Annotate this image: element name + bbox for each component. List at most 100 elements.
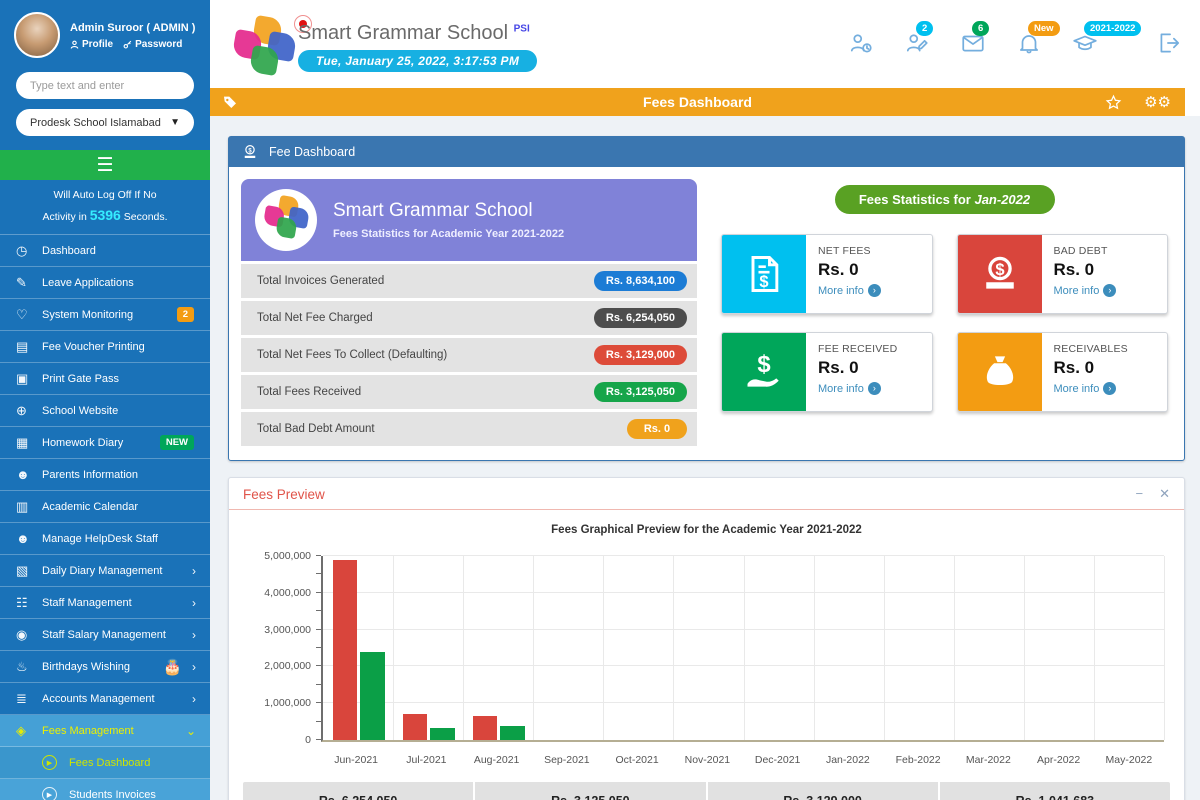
info-card-title: BAD DEBT — [1054, 245, 1117, 257]
info-card-value: Rs. 0 — [818, 260, 881, 280]
sidebar-item-label: Homework Diary — [42, 437, 160, 449]
sidebar-subitem-fees-dashboard[interactable]: ▶ Fees Dashboard — [0, 747, 210, 779]
sidebar-item-school-website[interactable]: ⊕School Website — [0, 395, 210, 427]
chart-title: Fees Graphical Preview for the Academic … — [229, 524, 1184, 536]
sidebar-item-label: Birthdays Wishing — [42, 661, 163, 673]
school-logo — [232, 15, 296, 75]
more-info-link[interactable]: More info› — [818, 284, 881, 297]
people-icon: ☷ — [16, 595, 42, 611]
user-clock-icon[interactable] — [848, 30, 874, 56]
info-card-title: NET FEES — [818, 245, 881, 257]
star-icon[interactable] — [1105, 94, 1122, 111]
sidebar-item-label: Fee Voucher Printing — [42, 341, 200, 353]
sidebar-item-academic-calendar[interactable]: ▥Academic Calendar — [0, 491, 210, 523]
key-icon — [123, 40, 132, 49]
sidebar-item-fees-management[interactable]: ◈Fees Management⌄ — [0, 715, 210, 747]
money-bag-icon — [958, 333, 1042, 411]
stat-label: Total Fees Received — [257, 386, 361, 398]
chevron-down-icon: ▼ — [170, 117, 180, 128]
chart-x-labels: Jun-2021Jul-2021Aug-2021Sep-2021Oct-2021… — [321, 754, 1164, 766]
minimize-icon[interactable]: − — [1136, 486, 1144, 502]
x-axis-label: Feb-2022 — [883, 754, 953, 766]
summary-cell: Rs. 3,129,000 TOTAL TO RECOVER — [706, 782, 938, 800]
person-icon: ☻ — [16, 531, 42, 546]
info-card-receivables: RECEIVABLES Rs. 0 More info› — [957, 332, 1169, 412]
x-axis-label: Mar-2022 — [953, 754, 1023, 766]
sidebar-toggle-button[interactable]: ☰ — [0, 150, 210, 180]
hamburger-icon: ☰ — [96, 156, 113, 175]
session-badge: 2021-2022 — [1084, 21, 1141, 36]
x-axis-label: Aug-2021 — [462, 754, 532, 766]
sidebar-item-dashboard[interactable]: ◷Dashboard — [0, 235, 210, 267]
sidebar-item-staff-management[interactable]: ☷Staff Management› — [0, 587, 210, 619]
more-info-link[interactable]: More info› — [818, 382, 897, 395]
sidebar-item-accounts-management[interactable]: ≣Accounts Management› — [0, 683, 210, 715]
info-card-value: Rs. 0 — [1054, 358, 1128, 378]
sidebar-item-label: Print Gate Pass — [42, 373, 200, 385]
user-edit-icon[interactable]: 2 — [904, 30, 930, 56]
info-card-value: Rs. 0 — [818, 358, 897, 378]
logout-icon[interactable] — [1156, 30, 1182, 56]
summary-value: Rs. 1,041,683 — [944, 794, 1166, 800]
more-info-link[interactable]: More info› — [1054, 284, 1117, 297]
bar-fees-charged — [403, 714, 428, 740]
session-icon[interactable]: 2021-2022 — [1072, 30, 1098, 56]
summary-cell: Rs. 3,125,050 TOTAL RECEIVED — [473, 782, 705, 800]
fees-summary-column: Smart Grammar School Fees Statistics for… — [241, 179, 697, 446]
sidebar-item-fee-voucher-printing[interactable]: ▤Fee Voucher Printing — [0, 331, 210, 363]
sidebar-item-daily-diary-management[interactable]: ▧Daily Diary Management› — [0, 555, 210, 587]
sidebar-subitem-label: Students Invoices — [69, 789, 200, 800]
sidebar-item-birthdays-wishing[interactable]: ♨Birthdays Wishing🎂› — [0, 651, 210, 683]
stat-row: Total Invoices Generated Rs. 8,634,100 — [241, 264, 697, 298]
sidebar-item-system-monitoring[interactable]: ♡System Monitoring2 — [0, 299, 210, 331]
profile-link[interactable]: Profile — [70, 39, 113, 50]
stat-label: Total Net Fees To Collect (Defaulting) — [257, 349, 447, 361]
sidebar-item-parents-information[interactable]: ☻Parents Information — [0, 459, 210, 491]
sidebar-item-print-gate-pass[interactable]: ▣Print Gate Pass — [0, 363, 210, 395]
mail-icon[interactable]: 6 — [960, 30, 986, 56]
sidebar-item-staff-salary-management[interactable]: ◉Staff Salary Management› — [0, 619, 210, 651]
chevron-down-icon: ⌄ — [186, 724, 200, 738]
page-title: Fees Dashboard — [210, 94, 1185, 110]
sidebar-item-leave-applications[interactable]: ✎Leave Applications — [0, 267, 210, 299]
sidebar-item-homework-diary[interactable]: ▦Homework DiaryNEW — [0, 427, 210, 459]
monitor-icon: ♡ — [16, 307, 42, 323]
play-circle-icon: ▶ — [42, 787, 57, 800]
x-axis-label: May-2022 — [1094, 754, 1164, 766]
search-input[interactable] — [16, 72, 194, 99]
globe-icon: ⊕ — [16, 403, 42, 419]
stat-row: Total Fees Received Rs. 3,125,050 — [241, 375, 697, 409]
summary-cell: Rs. 6,254,050 TOTAL FEES — [243, 782, 473, 800]
sidebar-item-manage-helpdesk-staff[interactable]: ☻Manage HelpDesk Staff — [0, 523, 210, 555]
fees-icon: ◈ — [16, 723, 42, 739]
avatar[interactable] — [14, 12, 60, 58]
chevron-right-icon: › — [192, 596, 200, 610]
note-icon: ▧ — [16, 563, 42, 579]
password-link[interactable]: Password — [123, 39, 182, 50]
summary-cell: Rs. 1,041,683 AVERAGE MONTHLY RECOVERY — [938, 782, 1170, 800]
arrow-circle-icon: › — [1103, 284, 1116, 297]
bar-fees-charged — [333, 560, 358, 740]
school-logo-small — [255, 189, 317, 251]
profile-label: Profile — [82, 39, 113, 50]
calendar-icon: ▥ — [16, 499, 42, 515]
top-header: Smart Grammar School PSI Tue, January 25… — [210, 0, 1200, 88]
birthday-cake-emoji: 🎂 — [163, 658, 182, 676]
bell-icon[interactable]: New — [1016, 30, 1042, 56]
close-icon[interactable]: ✕ — [1159, 486, 1170, 502]
sidebar-subitem-students-invoices[interactable]: ▶ Students Invoices — [0, 779, 210, 800]
stat-label: Total Invoices Generated — [257, 275, 384, 287]
more-info-link[interactable]: More info› — [1054, 382, 1128, 395]
bar-fees-received — [430, 728, 455, 741]
school-title-superscript: PSI — [514, 23, 530, 34]
stat-value-pill: Rs. 3,125,050 — [594, 382, 687, 402]
school-select[interactable]: Prodesk School Islamabad ▼ — [16, 109, 194, 136]
sidebar-item-label: Staff Management — [42, 597, 192, 609]
stat-value-pill: Rs. 8,634,100 — [594, 271, 687, 291]
settings-gears-icon[interactable]: ⚙⚙ — [1144, 93, 1171, 111]
x-axis-label: Sep-2021 — [532, 754, 602, 766]
svg-text:$: $ — [757, 351, 770, 378]
y-axis-label: 3,000,000 — [245, 624, 311, 636]
fee-dashboard-panel-title: Fee Dashboard — [269, 145, 355, 159]
sidebar-item-badge: 2 — [177, 307, 194, 322]
